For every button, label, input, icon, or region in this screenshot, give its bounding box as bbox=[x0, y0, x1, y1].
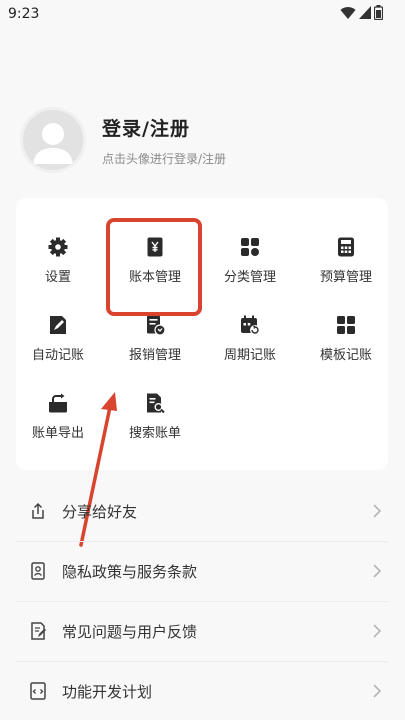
grid-item-label: 预算管理 bbox=[319, 270, 372, 285]
chevron-right-icon bbox=[373, 504, 382, 518]
grid-item-search-bills[interactable]: 搜索账单 bbox=[110, 382, 200, 450]
divider bbox=[16, 541, 388, 542]
list-item-privacy-policy[interactable]: 隐私政策与服务条款 bbox=[16, 544, 388, 598]
grid-item-label: 设置 bbox=[44, 270, 71, 285]
search-bill-icon bbox=[147, 393, 165, 414]
grid-item-label: 周期记账 bbox=[223, 348, 276, 363]
status-icons bbox=[340, 5, 383, 20]
divider bbox=[16, 601, 388, 602]
list-item-label: 常见问题与用户反馈 bbox=[62, 622, 198, 641]
calendar-repeat-icon bbox=[241, 315, 260, 335]
list-item-share[interactable]: 分享给好友 bbox=[16, 484, 388, 538]
privacy-doc-icon bbox=[31, 562, 45, 580]
grid-item-label: 报销管理 bbox=[128, 348, 181, 363]
grid-item-category-management[interactable]: 分类管理 bbox=[205, 226, 295, 294]
grid-item-label: 账单导出 bbox=[31, 426, 84, 441]
chevron-right-icon bbox=[373, 684, 382, 698]
gear-icon bbox=[48, 237, 68, 257]
grid-item-budget-management[interactable]: 预算管理 bbox=[301, 226, 391, 294]
list-item-dev-plan[interactable]: 功能开发计划 bbox=[16, 664, 388, 718]
status-time: 9:23 bbox=[8, 6, 40, 22]
battery-icon bbox=[374, 5, 383, 20]
grid-item-template-bookkeeping[interactable]: 模板记账 bbox=[301, 304, 391, 372]
category-grid-icon bbox=[241, 238, 259, 256]
chevron-right-icon bbox=[373, 564, 382, 578]
reimburse-icon bbox=[147, 315, 166, 336]
wifi-icon bbox=[340, 6, 356, 19]
login-hint: 点击头像进行登录/注册 bbox=[102, 151, 227, 166]
avatar[interactable] bbox=[20, 107, 86, 173]
calculator-icon bbox=[338, 237, 354, 257]
grid-item-label: 自动记账 bbox=[31, 348, 84, 363]
list-item-faq-feedback[interactable]: 常见问题与用户反馈 bbox=[16, 604, 388, 658]
grid-item-label: 模板记账 bbox=[319, 348, 372, 363]
grid-item-export-bills[interactable]: 账单导出 bbox=[13, 382, 103, 450]
list-item-label: 功能开发计划 bbox=[62, 682, 153, 701]
divider bbox=[16, 661, 388, 662]
login-register-title[interactable]: 登录/注册 bbox=[102, 114, 226, 141]
share-icon bbox=[32, 502, 44, 519]
template-icon bbox=[337, 316, 355, 334]
highlight-box-annotation bbox=[106, 218, 202, 316]
chevron-right-icon bbox=[373, 624, 382, 638]
export-icon bbox=[49, 393, 67, 413]
auto-pen-icon bbox=[50, 316, 66, 334]
signal-icon bbox=[359, 6, 371, 19]
grid-item-auto-bookkeeping[interactable]: 自动记账 bbox=[13, 304, 103, 372]
grid-item-settings[interactable]: 设置 bbox=[13, 226, 103, 294]
list-item-label: 隐私政策与服务条款 bbox=[62, 562, 198, 581]
list-item-label: 分享给好友 bbox=[62, 502, 138, 521]
grid-item-label: 分类管理 bbox=[223, 270, 276, 285]
feedback-icon bbox=[31, 622, 46, 640]
status-bar: 9:23 bbox=[0, 0, 405, 30]
default-avatar-icon bbox=[33, 123, 73, 164]
grid-item-periodic-bookkeeping[interactable]: 周期记账 bbox=[205, 304, 295, 372]
login-profile-section[interactable]: 登录/注册 点击头像进行登录/注册 bbox=[20, 100, 390, 180]
dev-plan-icon bbox=[30, 682, 46, 700]
grid-item-label: 搜索账单 bbox=[128, 426, 181, 441]
